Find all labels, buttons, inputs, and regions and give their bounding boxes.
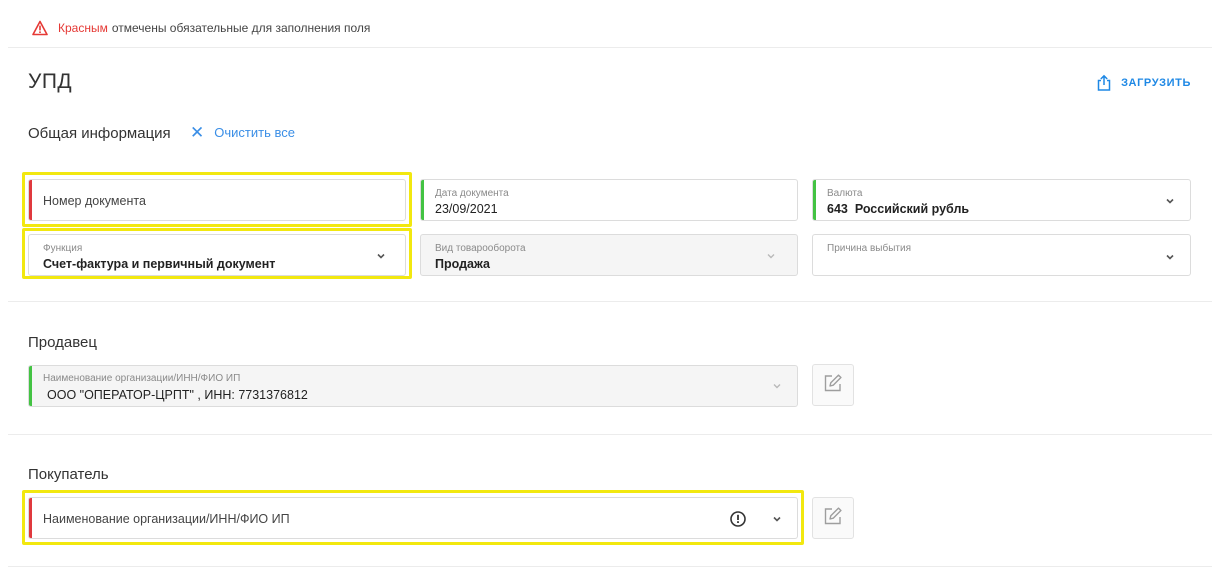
turnover-type-value: Продажа bbox=[435, 257, 490, 271]
function-select[interactable]: Функция Счет-фактура и первичный докумен… bbox=[28, 234, 406, 276]
function-caption: Функция bbox=[43, 243, 83, 254]
document-date-value: 23/09/2021 bbox=[435, 202, 498, 216]
document-date-field[interactable]: Дата документа 23/09/2021 bbox=[420, 179, 798, 221]
buyer-placeholder: Наименование организации/ИНН/ФИО ИП bbox=[43, 512, 290, 526]
buyer-select[interactable]: Наименование организации/ИНН/ФИО ИП bbox=[28, 497, 798, 539]
warning-triangle-icon bbox=[32, 20, 48, 36]
currency-select[interactable]: Валюта 643 Российский рубль bbox=[812, 179, 1191, 221]
seller-select[interactable]: Наименование организации/ИНН/ФИО ИП ООО … bbox=[28, 365, 798, 407]
valid-indicator bbox=[813, 180, 816, 220]
chevron-down-icon bbox=[375, 249, 387, 261]
chevron-down-icon bbox=[1164, 250, 1176, 262]
notice-text: отмечены обязательные для заполнения пол… bbox=[111, 21, 371, 35]
edit-icon bbox=[822, 505, 844, 532]
divider bbox=[8, 434, 1212, 435]
required-indicator bbox=[29, 498, 32, 538]
currency-caption: Валюта bbox=[827, 188, 863, 199]
clear-all-button[interactable]: ✕ Очистить все bbox=[190, 124, 295, 141]
buyer-heading: Покупатель bbox=[28, 466, 109, 483]
exclamation-circle-icon bbox=[729, 510, 747, 528]
seller-value: ООО "ОПЕРАТОР-ЦРПТ" , ИНН: 7731376812 bbox=[47, 388, 308, 402]
divider bbox=[8, 301, 1212, 302]
currency-value: 643 Российский рубль bbox=[827, 202, 969, 216]
currency-code: 643 bbox=[827, 202, 848, 216]
clear-all-label: Очистить все bbox=[214, 125, 295, 140]
chevron-down-icon bbox=[771, 512, 783, 524]
upload-button[interactable]: ЗАГРУЗИТЬ bbox=[1095, 74, 1191, 92]
page-title: УПД bbox=[28, 70, 73, 93]
valid-indicator bbox=[29, 366, 32, 406]
edit-buyer-button[interactable] bbox=[812, 497, 854, 539]
seller-heading: Продавец bbox=[28, 334, 97, 351]
upload-label: ЗАГРУЗИТЬ bbox=[1121, 77, 1191, 89]
document-number-placeholder: Номер документа bbox=[43, 194, 146, 208]
upload-icon bbox=[1095, 74, 1113, 92]
seller-caption: Наименование организации/ИНН/ФИО ИП bbox=[43, 373, 241, 384]
document-date-caption: Дата документа bbox=[435, 188, 509, 199]
required-indicator bbox=[29, 180, 32, 220]
edit-seller-button[interactable] bbox=[812, 364, 854, 406]
notice-red-word: Красным bbox=[58, 21, 108, 35]
divider bbox=[8, 47, 1212, 48]
document-number-field[interactable]: Номер документа bbox=[28, 179, 406, 221]
general-info-heading: Общая информация bbox=[28, 125, 171, 142]
chevron-down-icon bbox=[765, 249, 777, 261]
disposal-reason-select[interactable]: Причина выбытия bbox=[812, 234, 1191, 276]
chevron-down-icon bbox=[1164, 194, 1176, 206]
valid-indicator bbox=[421, 180, 424, 220]
chevron-down-icon bbox=[771, 379, 783, 391]
required-fields-notice: Красным отмечены обязательные для заполн… bbox=[32, 18, 370, 38]
function-value: Счет-фактура и первичный документ bbox=[43, 257, 276, 271]
disposal-reason-caption: Причина выбытия bbox=[827, 243, 911, 254]
divider bbox=[8, 566, 1212, 567]
turnover-type-caption: Вид товарооборота bbox=[435, 243, 526, 254]
turnover-type-select[interactable]: Вид товарооборота Продажа bbox=[420, 234, 798, 276]
currency-name: Российский рубль bbox=[854, 202, 970, 216]
close-icon: ✕ bbox=[190, 123, 205, 142]
edit-icon bbox=[822, 372, 844, 399]
